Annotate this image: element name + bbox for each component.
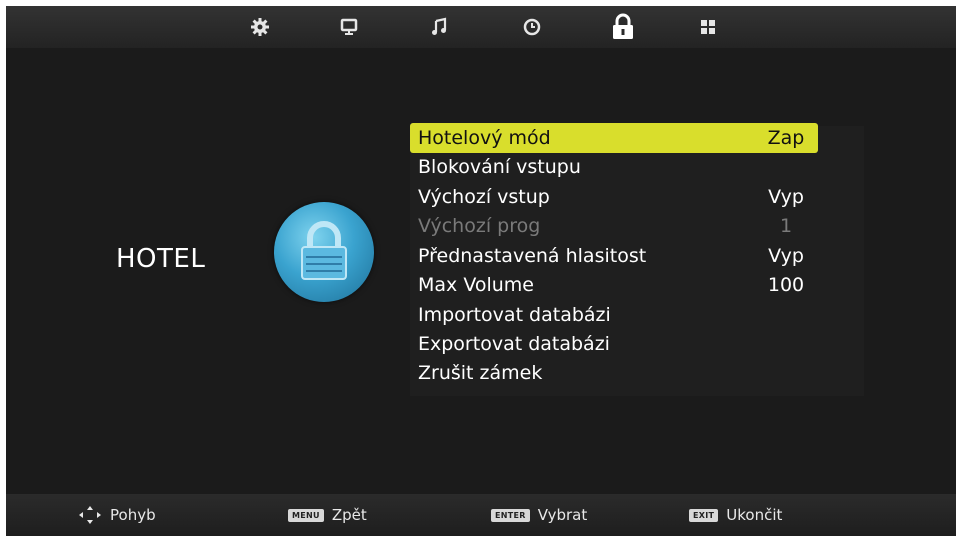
menu-item-clear-lock[interactable]: Zrušit zámek — [410, 358, 818, 388]
hint-exit-label: Ukončit — [726, 506, 783, 524]
menu-item-default-program: Výchozí prog 1 — [410, 211, 818, 241]
hint-move-label: Pohyb — [110, 506, 156, 524]
tab-sound[interactable] — [419, 12, 459, 42]
tab-apps[interactable] — [688, 12, 728, 42]
clock-icon — [523, 18, 541, 36]
menu-item-import-database[interactable]: Importovat databázi — [410, 300, 818, 330]
music-note-icon — [432, 17, 447, 35]
monitor-icon — [340, 18, 358, 35]
hint-bar: Pohyb MENU Zpět ENTER Vybrat EXIT Ukonči… — [6, 494, 956, 536]
hint-back: MENU Zpět — [288, 494, 367, 536]
exit-key-icon: EXIT — [689, 508, 719, 522]
padlock-icon — [301, 221, 347, 280]
menu-item-label: Výchozí vstup — [418, 186, 550, 208]
menu-item-value: Vyp — [768, 186, 804, 208]
menu-item-hotel-mode[interactable]: Hotelový mód Zap — [410, 123, 818, 153]
tv-osd-screen: HOTEL Hotelový mód Zap Blokování vstupu … — [6, 6, 956, 536]
lock-icon — [613, 13, 633, 39]
hint-move: Pohyb — [78, 494, 156, 536]
enter-key-icon: ENTER — [491, 508, 530, 522]
tab-lock[interactable] — [603, 12, 643, 42]
hint-select: ENTER Vybrat — [491, 494, 587, 536]
menu-key-icon: MENU — [288, 508, 324, 522]
menu-item-label: Hotelový mód — [418, 127, 551, 149]
grid-icon — [701, 20, 715, 34]
menu-item-label: Importovat databázi — [418, 304, 611, 326]
menu-item-default-source[interactable]: Výchozí vstup Vyp — [410, 182, 818, 212]
menu-item-value: Vyp — [768, 245, 804, 267]
hint-exit: EXIT Ukončit — [689, 494, 782, 536]
hint-select-label: Vybrat — [537, 506, 588, 524]
menu-item-label: Přednastavená hlasitost — [418, 245, 647, 267]
menu-item-max-volume[interactable]: Max Volume 100 — [410, 270, 818, 300]
menu-item-preset-volume[interactable]: Přednastavená hlasitost Vyp — [410, 241, 818, 271]
menu-item-value: 100 — [767, 274, 805, 296]
section-title: HOTEL — [116, 244, 206, 274]
navigation-arrows-icon — [79, 506, 101, 524]
top-tab-bar — [6, 6, 956, 48]
menu-item-value: Zap — [767, 127, 805, 149]
menu-item-source-lock[interactable]: Blokování vstupu — [410, 152, 818, 182]
menu-item-label: Exportovat databázi — [418, 333, 610, 355]
menu-item-label: Max Volume — [418, 274, 534, 296]
menu-item-label: Výchozí prog — [418, 215, 541, 237]
hint-back-label: Zpět — [331, 506, 367, 524]
tab-picture-settings[interactable] — [240, 12, 280, 42]
section-badge — [274, 202, 374, 302]
menu-item-label: Blokování vstupu — [418, 156, 581, 178]
menu-item-label: Zrušit zámek — [418, 362, 543, 384]
tab-screen[interactable] — [329, 12, 369, 42]
gear-icon — [251, 18, 269, 36]
tab-time[interactable] — [512, 12, 552, 42]
menu-item-export-database[interactable]: Exportovat databázi — [410, 329, 818, 359]
menu-item-value: 1 — [779, 215, 793, 237]
